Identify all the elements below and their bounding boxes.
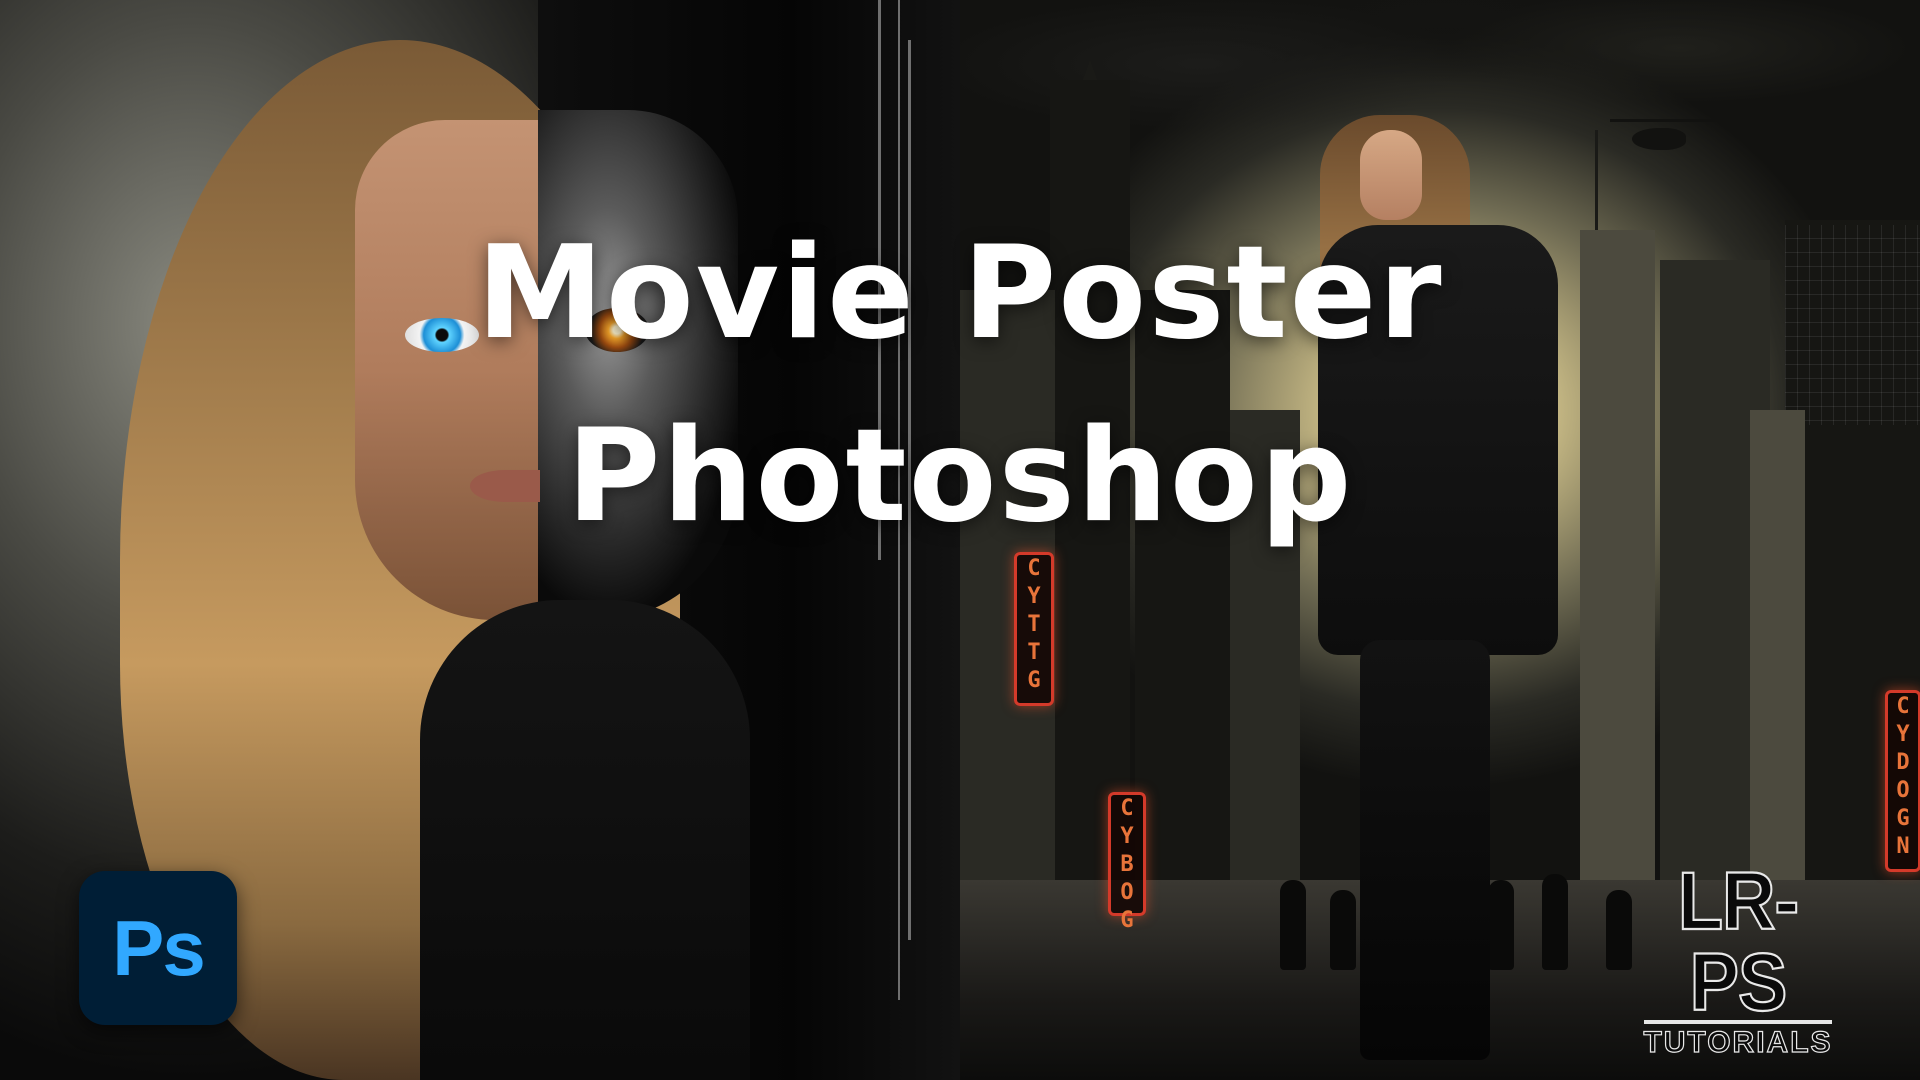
photoshop-icon: Ps [79,871,237,1025]
pedestrian-silhouette [1488,880,1514,970]
antenna [1595,130,1598,230]
heroine-legs [1360,640,1490,1060]
brand-subtitle: TUTORIALS [1643,1026,1833,1059]
pedestrian-silhouette [1542,874,1568,970]
neon-sign: CYDOGN [1885,690,1920,872]
building [1135,290,1230,930]
dark-clothing [420,600,750,1080]
title-line-1: Movie Poster [476,219,1444,368]
heroine-face [1360,130,1422,220]
brand-logo: LR-PS TUTORIALS [1638,859,1838,1059]
photoshop-icon-label: Ps [112,903,205,992]
brand-name: LR-PS [1677,855,1800,1028]
neon-sign: CYBOG [1108,792,1146,933]
pedestrian-silhouette [1606,890,1632,970]
human-face-half [355,120,545,620]
pedestrian-silhouette [1330,890,1356,970]
title-line-2: Photoshop [566,402,1354,551]
helicopter-silhouette [1610,119,1720,150]
pedestrian-silhouette [1280,880,1306,970]
neon-sign: CYTTG [1014,552,1054,706]
